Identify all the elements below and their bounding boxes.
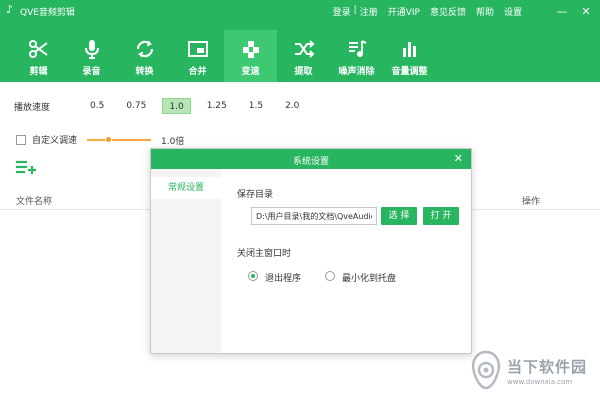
tool-denoise[interactable]: 噪声消除 (330, 30, 383, 82)
app-title: QVE音频剪辑 (20, 8, 75, 18)
close-window-icon[interactable]: ✕ (578, 3, 594, 19)
speed-option[interactable]: 1.5 (243, 98, 269, 114)
save-dir-label: 保存目录 (237, 190, 274, 200)
tool-convert[interactable]: 转换 (118, 30, 171, 82)
tool-cut[interactable]: 剪辑 (12, 30, 65, 82)
speed-options-row: 播放速度 0.5 0.75 1.0 1.25 1.5 2.0 (14, 98, 315, 114)
radio-exit-program[interactable] (248, 271, 258, 281)
settings-dialog: 系统设置 ✕ 常规设置 保存目录 选 择 打 开 关闭主窗口时 退出程序 最小化… (150, 148, 472, 354)
volume-bars-icon (399, 38, 421, 60)
main-toolbar: 剪辑 录音 转换 合并 变速 提取 噪声消除 音量调整 (0, 30, 600, 82)
speed-option-selected[interactable]: 1.0 (162, 98, 191, 114)
dialog-close-icon[interactable]: ✕ (454, 152, 463, 165)
vip-link[interactable]: 开通VIP (388, 5, 420, 18)
speed-slider-track[interactable] (87, 139, 151, 141)
tool-label: 转换 (135, 67, 154, 77)
watermark-url: www.downxia.com (507, 378, 573, 386)
login-link[interactable]: 登录 (333, 5, 351, 18)
minimize-tray-label: 最小化到托盘 (342, 274, 397, 284)
choose-button[interactable]: 选 择 (381, 207, 417, 225)
tool-extract[interactable]: 提取 (277, 30, 330, 82)
speed-option[interactable]: 1.25 (201, 98, 233, 114)
tool-label: 录音 (82, 67, 101, 77)
custom-speed-checkbox[interactable] (16, 134, 26, 145)
custom-speed-row: 自定义调速 (16, 133, 77, 146)
settings-link[interactable]: 设置 (504, 5, 522, 18)
shuffle-icon (293, 38, 315, 60)
music-note-logo-icon: ♪ (6, 3, 14, 16)
tool-label: 音量调整 (391, 67, 428, 77)
top-links: 登录 | 注册 开通VIP 意见反馈 帮助 设置 (333, 5, 522, 18)
register-link[interactable]: 注册 (360, 5, 378, 18)
custom-speed-label: 自定义调速 (32, 136, 78, 146)
open-button[interactable]: 打 开 (423, 207, 459, 225)
tool-label: 剪辑 (29, 67, 48, 77)
tool-label: 合并 (188, 67, 207, 77)
app-header: ♪ QVE音频剪辑 登录 | 注册 开通VIP 意见反馈 帮助 设置 — ✕ 剪… (0, 0, 600, 82)
speed-slider-handle[interactable] (105, 136, 112, 143)
window-controls: — ✕ (554, 3, 594, 19)
exit-program-label: 退出程序 (265, 274, 302, 284)
tool-merge[interactable]: 合并 (171, 30, 224, 82)
scissors-icon (28, 38, 50, 60)
link-separator: | (353, 5, 357, 15)
convert-arrows-icon (134, 38, 156, 60)
column-operation: 操作 (522, 197, 541, 207)
merge-icon (187, 38, 209, 60)
tool-volume[interactable]: 音量调整 (383, 30, 436, 82)
tab-general-settings[interactable]: 常规设置 (151, 177, 221, 199)
save-path-input[interactable] (251, 207, 377, 225)
feedback-link[interactable]: 意见反馈 (430, 5, 466, 18)
tool-label: 噪声消除 (338, 67, 375, 77)
radio-minimize-tray[interactable] (325, 271, 335, 281)
speed-option[interactable]: 0.75 (120, 98, 152, 114)
speed-option[interactable]: 0.5 (84, 98, 110, 114)
minimize-icon[interactable]: — (554, 3, 570, 19)
speed-option[interactable]: 2.0 (279, 98, 305, 114)
dialog-header: 系统设置 ✕ (151, 149, 471, 169)
microphone-icon (81, 38, 103, 60)
watermark-logo-icon (471, 350, 501, 390)
help-link[interactable]: 帮助 (476, 5, 494, 18)
speed-multiplier-value: 1.0倍 (161, 137, 185, 147)
tool-speed[interactable]: 变速 (224, 30, 277, 82)
column-file-name: 文件名称 (16, 197, 53, 207)
tool-label: 变速 (241, 67, 260, 77)
close-behavior-label: 关闭主窗口时 (237, 249, 292, 259)
watermark-title: 当下软件园 (507, 358, 588, 376)
title-bar: ♪ QVE音频剪辑 登录 | 注册 开通VIP 意见反馈 帮助 设置 — ✕ (0, 0, 600, 22)
tool-label: 提取 (294, 67, 313, 77)
dialog-title: 系统设置 (292, 157, 329, 167)
music-note-icon (346, 38, 368, 60)
speed-change-icon (240, 38, 262, 60)
speed-label: 播放速度 (14, 102, 51, 113)
add-file-icon[interactable] (15, 159, 37, 175)
tool-record[interactable]: 录音 (65, 30, 118, 82)
site-watermark: 当下软件园 www.downxia.com (469, 350, 595, 396)
dialog-sidebar: 常规设置 (151, 169, 221, 353)
